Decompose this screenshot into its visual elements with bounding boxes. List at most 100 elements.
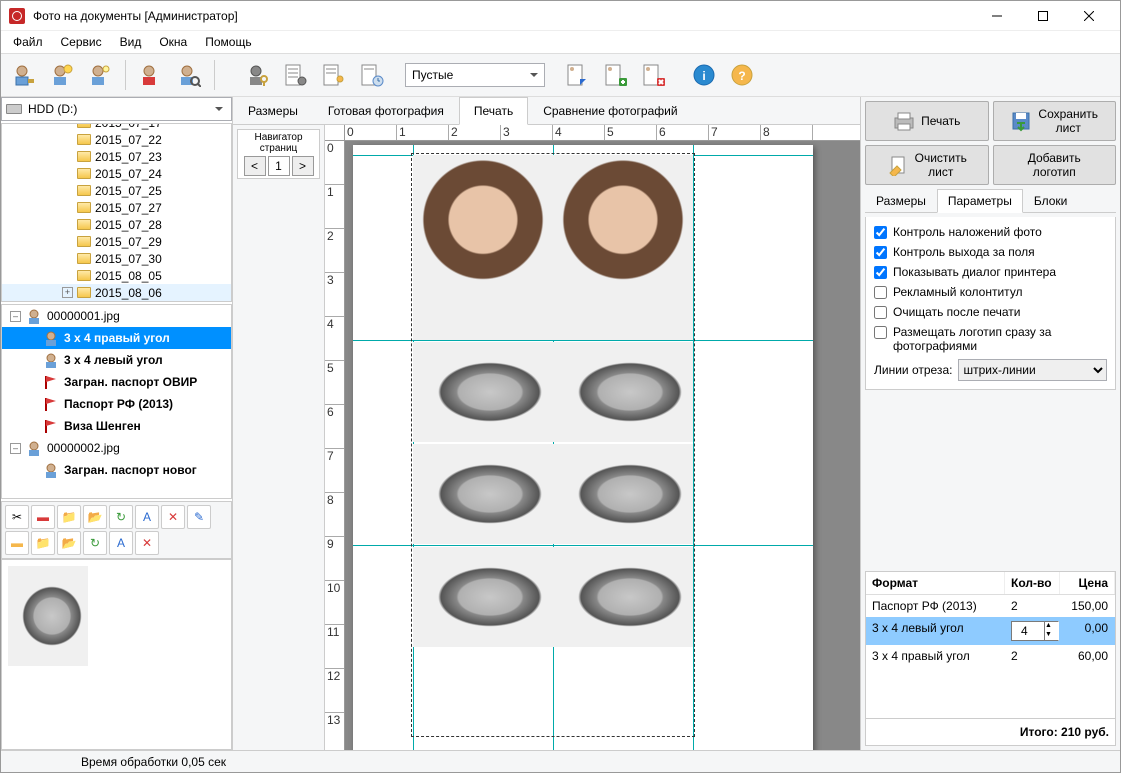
menu-окна[interactable]: Окна [151,33,195,51]
folder-row[interactable]: 2015_07_25 [2,182,231,199]
menu-сервис[interactable]: Сервис [53,33,110,51]
toolbar-combo[interactable]: Пустые [405,63,545,87]
folder-row[interactable]: +2015_08_06 [2,284,231,301]
sb-refresh2-icon[interactable]: ↻ [83,531,107,555]
print-button[interactable]: Печать [865,101,989,141]
close-button[interactable] [1066,1,1112,31]
folder-row[interactable]: 2015_07_22 [2,131,231,148]
menu-помощь[interactable]: Помощь [197,33,259,51]
qty-input[interactable]: 4▲▼ [1011,621,1059,641]
photo-cell[interactable] [553,547,693,647]
tb-list-x-icon[interactable] [637,58,671,92]
tb-user-sun-icon[interactable] [45,58,79,92]
tb-user-light-icon[interactable] [83,58,117,92]
right-tab-1[interactable]: Параметры [937,189,1023,213]
checkbox-input-4[interactable] [874,306,887,319]
col-format[interactable]: Формат [866,572,1005,594]
sb-folder2-icon[interactable]: 📂 [83,505,107,529]
page-prev-button[interactable]: < [244,156,266,176]
spin-down[interactable]: ▼ [1044,631,1045,640]
cutline-select[interactable]: штрих-линии [958,359,1107,381]
folder-row[interactable]: 2015_07_28 [2,216,231,233]
price-row[interactable]: Паспорт РФ (2013)2150,00 [866,595,1115,617]
sb-refresh-icon[interactable]: ↻ [109,505,133,529]
checkbox-input-2[interactable] [874,266,887,279]
photo-cell[interactable] [413,155,553,340]
col-price[interactable]: Цена [1060,572,1115,594]
right-tab-2[interactable]: Блоки [1023,189,1079,212]
checkbox-3[interactable]: Рекламный колонтитул [874,285,1107,299]
checkbox-2[interactable]: Показывать диалог принтера [874,265,1107,279]
print-area[interactable]: 012345678 012345678910111213 [325,125,860,750]
print-sheet[interactable] [353,145,813,750]
sb-delete-icon[interactable]: ✕ [161,505,185,529]
tab-0[interactable]: Размеры [233,97,313,124]
sb-folder3-icon[interactable]: 📁 [31,531,55,555]
clear-sheet-button[interactable]: Очистить лист [865,145,989,185]
file-tree-row[interactable]: Загран. паспорт новог [2,459,231,481]
minimize-button[interactable] [974,1,1020,31]
checkbox-1[interactable]: Контроль выхода за поля [874,245,1107,259]
file-tree-row[interactable]: 3 x 4 левый угол [2,349,231,371]
spin-up[interactable]: ▲ [1044,622,1045,631]
sb-remove-icon[interactable]: ▬ [31,505,55,529]
add-logo-button[interactable]: Добавить логотип [993,145,1117,185]
sb-edit-icon[interactable]: ✎ [187,505,211,529]
folder-row[interactable]: 2015_07_27 [2,199,231,216]
folder-row[interactable]: 2015_07_17 [2,123,231,131]
photo-cell[interactable] [553,155,693,340]
tb-list-arrow-icon[interactable] [561,58,595,92]
file-tree-row[interactable]: Загран. паспорт ОВИР [2,371,231,393]
tb-user-key-icon[interactable] [241,58,275,92]
tab-1[interactable]: Готовая фотография [313,97,459,124]
sb-delete2-icon[interactable]: ✕ [135,531,159,555]
photo-cell[interactable] [553,444,693,544]
tab-3[interactable]: Сравнение фотографий [528,97,692,124]
photo-cell[interactable] [413,444,553,544]
checkbox-input-0[interactable] [874,226,887,239]
col-qty[interactable]: Кол-во [1005,572,1060,594]
folder-tree[interactable]: 2015_06_302015_07_012015_07_08+2015_07_1… [1,123,232,302]
menu-файл[interactable]: Файл [5,33,51,51]
sb-crop-icon[interactable]: ✂ [5,505,29,529]
maximize-button[interactable] [1020,1,1066,31]
file-tree-row[interactable]: Паспорт РФ (2013) [2,393,231,415]
save-sheet-button[interactable]: Сохранить лист [993,101,1117,141]
sb-folder-icon[interactable]: 📁 [57,505,81,529]
right-tab-0[interactable]: Размеры [865,189,937,212]
tb-list-user-icon[interactable] [317,58,351,92]
tb-user-search-icon[interactable] [172,58,206,92]
menu-вид[interactable]: Вид [112,33,150,51]
file-tree-row[interactable]: Виза Шенген [2,415,231,437]
drive-select[interactable]: HDD (D:) [1,97,232,121]
photo-cell[interactable] [553,342,693,442]
tb-list-plus-icon[interactable] [599,58,633,92]
file-tree[interactable]: –00000001.jpg3 x 4 правый угол3 x 4 левы… [1,304,232,499]
file-tree-row[interactable]: –00000001.jpg [2,305,231,327]
tb-list-clock-icon[interactable] [355,58,389,92]
photo-cell[interactable] [413,342,553,442]
tb-user-add-icon[interactable] [7,58,41,92]
tb-info-icon[interactable]: i [687,58,721,92]
sb-text-a2-icon[interactable]: A [109,531,133,555]
file-tree-row[interactable]: –00000002.jpg [2,437,231,459]
tb-help-icon[interactable]: ? [725,58,759,92]
folder-row[interactable]: 2015_07_30 [2,250,231,267]
price-row[interactable]: 3 x 4 левый угол4▲▼0,00 [866,617,1115,645]
checkbox-5[interactable]: Размещать логотип сразу за фотографиями [874,325,1107,353]
sb-folder4-icon[interactable]: 📂 [57,531,81,555]
folder-row[interactable]: 2015_07_23 [2,148,231,165]
tb-user-red-icon[interactable] [134,58,168,92]
checkbox-0[interactable]: Контроль наложений фото [874,225,1107,239]
page-next-button[interactable]: > [292,156,314,176]
sb-text-a-icon[interactable]: A [135,505,159,529]
tb-list-gear-icon[interactable] [279,58,313,92]
price-row[interactable]: 3 x 4 правый угол260,00 [866,645,1115,667]
checkbox-input-5[interactable] [874,326,887,339]
sb-minus-icon[interactable]: ▬ [5,531,29,555]
folder-row[interactable]: 2015_08_05 [2,267,231,284]
checkbox-input-3[interactable] [874,286,887,299]
file-tree-row[interactable]: 3 x 4 правый угол [2,327,231,349]
tab-2[interactable]: Печать [459,97,528,125]
photo-cell[interactable] [413,547,553,647]
